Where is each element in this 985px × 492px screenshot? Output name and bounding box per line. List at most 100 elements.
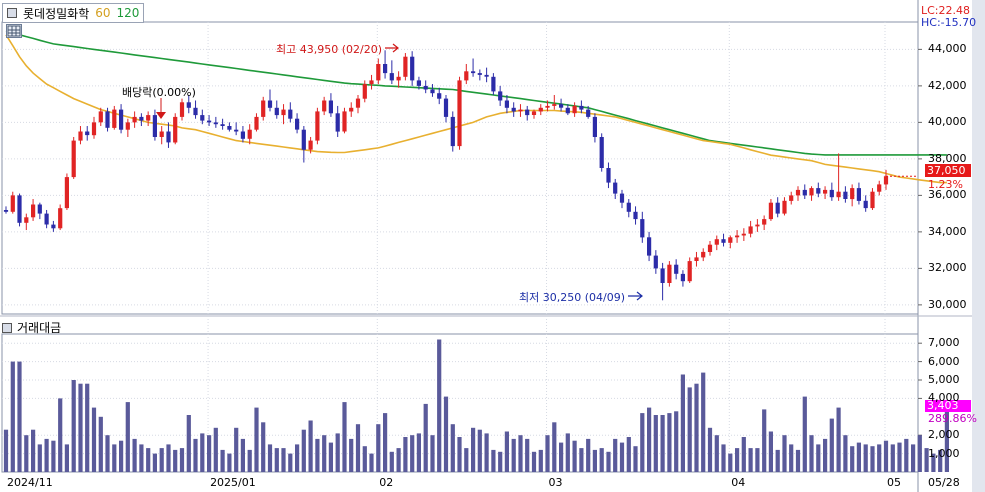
candle-body xyxy=(288,109,293,119)
candle-body xyxy=(322,100,327,112)
candle-body xyxy=(119,109,124,130)
volume-bar xyxy=(484,433,489,472)
volume-bar xyxy=(17,361,22,472)
volume-bar xyxy=(768,431,773,472)
price-tick-label: 34,000 xyxy=(928,224,967,238)
volume-bar xyxy=(31,429,36,472)
volume-bar xyxy=(254,407,259,472)
volume-bar xyxy=(193,438,198,472)
volume-bar xyxy=(904,438,909,472)
volume-bar xyxy=(701,372,706,472)
volume-bar xyxy=(295,444,300,472)
x-tick-label: 04 xyxy=(731,476,746,489)
volume-bar xyxy=(789,444,794,472)
volume-bar xyxy=(301,429,306,472)
candle-body xyxy=(836,191,841,198)
volume-bar xyxy=(105,435,110,472)
volume-bar xyxy=(64,444,69,472)
volume-bar xyxy=(721,444,726,472)
candle xyxy=(71,136,76,179)
volume-bar xyxy=(809,435,814,472)
candle-body xyxy=(511,107,516,112)
volume-bar xyxy=(322,435,327,472)
panel-menu-icon[interactable] xyxy=(7,8,17,18)
volume-tick-label: 6,000 xyxy=(928,354,960,368)
volume-bar xyxy=(457,437,462,472)
dividend-annotation: 배당락(0.00%) xyxy=(122,86,196,99)
volume-bar xyxy=(525,438,530,472)
candle-body xyxy=(606,168,611,183)
candle-body xyxy=(3,210,9,212)
volume-bar xyxy=(139,444,144,472)
candle-body xyxy=(748,226,753,234)
x-tick-label: 02 xyxy=(379,476,394,489)
volume-bar xyxy=(850,446,855,472)
candle-body xyxy=(125,122,130,130)
candle-body xyxy=(376,64,381,81)
volume-bar xyxy=(552,422,557,472)
volume-bar xyxy=(335,433,340,472)
candle xyxy=(315,107,320,145)
candle-body xyxy=(58,208,63,229)
candle-body xyxy=(179,102,185,117)
volume-bar xyxy=(755,448,760,472)
volume-bar xyxy=(626,437,631,472)
candle-body xyxy=(315,111,320,141)
volume-bar xyxy=(44,438,49,472)
x-tick-label: 2024/11 xyxy=(7,476,53,489)
candle-body xyxy=(24,217,29,223)
candle-body xyxy=(403,56,408,77)
price-tick-label: 36,000 xyxy=(928,188,967,202)
price-tick-label: 42,000 xyxy=(928,78,967,92)
volume-bar xyxy=(802,396,807,472)
volume-bar xyxy=(410,435,415,472)
stock-header[interactable]: 롯데정밀화학 60 120 xyxy=(2,3,145,23)
candle-body xyxy=(152,115,157,137)
candle xyxy=(687,257,692,283)
volume-bar xyxy=(843,435,848,472)
candle-body xyxy=(518,109,523,112)
candle-body xyxy=(383,64,388,74)
candle-body xyxy=(674,264,679,274)
volume-bar xyxy=(51,440,56,472)
candle-body xyxy=(328,100,333,114)
volume-bar xyxy=(640,413,645,472)
candle-body xyxy=(308,140,313,150)
volume-bar xyxy=(599,448,604,472)
volume-bar xyxy=(863,444,868,472)
candle-body xyxy=(870,191,875,209)
volume-bar xyxy=(586,438,591,472)
current-price-tag: 37,050 xyxy=(925,164,971,177)
hc-label: HC:-15.70 xyxy=(921,16,977,29)
volume-header[interactable]: 거래대금 xyxy=(2,319,61,336)
volume-menu-icon[interactable] xyxy=(2,322,12,333)
candle-body xyxy=(389,73,394,81)
candle-body xyxy=(660,268,665,283)
volume-bar xyxy=(559,442,564,472)
candle-body xyxy=(579,105,584,110)
candle-body xyxy=(173,116,178,143)
volume-bar xyxy=(870,446,875,472)
volume-bar xyxy=(592,449,597,472)
volume-bar xyxy=(91,407,97,472)
candle-body xyxy=(64,177,69,209)
ma120-label: 120 xyxy=(116,6,140,20)
candle-body xyxy=(254,116,259,130)
candle-body xyxy=(531,111,537,115)
volume-bar xyxy=(464,448,469,472)
candle-body xyxy=(261,100,266,117)
candle-body xyxy=(437,93,442,99)
candle-body xyxy=(775,202,780,214)
price-panel-frame xyxy=(1,21,919,315)
volume-bar xyxy=(71,380,76,472)
candle-body xyxy=(91,122,97,136)
volume-bar xyxy=(132,438,137,472)
volume-bar xyxy=(220,449,225,472)
x-tick-label: 05/28 xyxy=(928,476,960,489)
volume-bar xyxy=(877,444,882,472)
volume-bar xyxy=(714,435,719,472)
volume-bar xyxy=(498,451,503,472)
table-grid-icon[interactable] xyxy=(6,24,22,38)
candle-body xyxy=(843,191,848,199)
volume-bar xyxy=(613,438,618,472)
